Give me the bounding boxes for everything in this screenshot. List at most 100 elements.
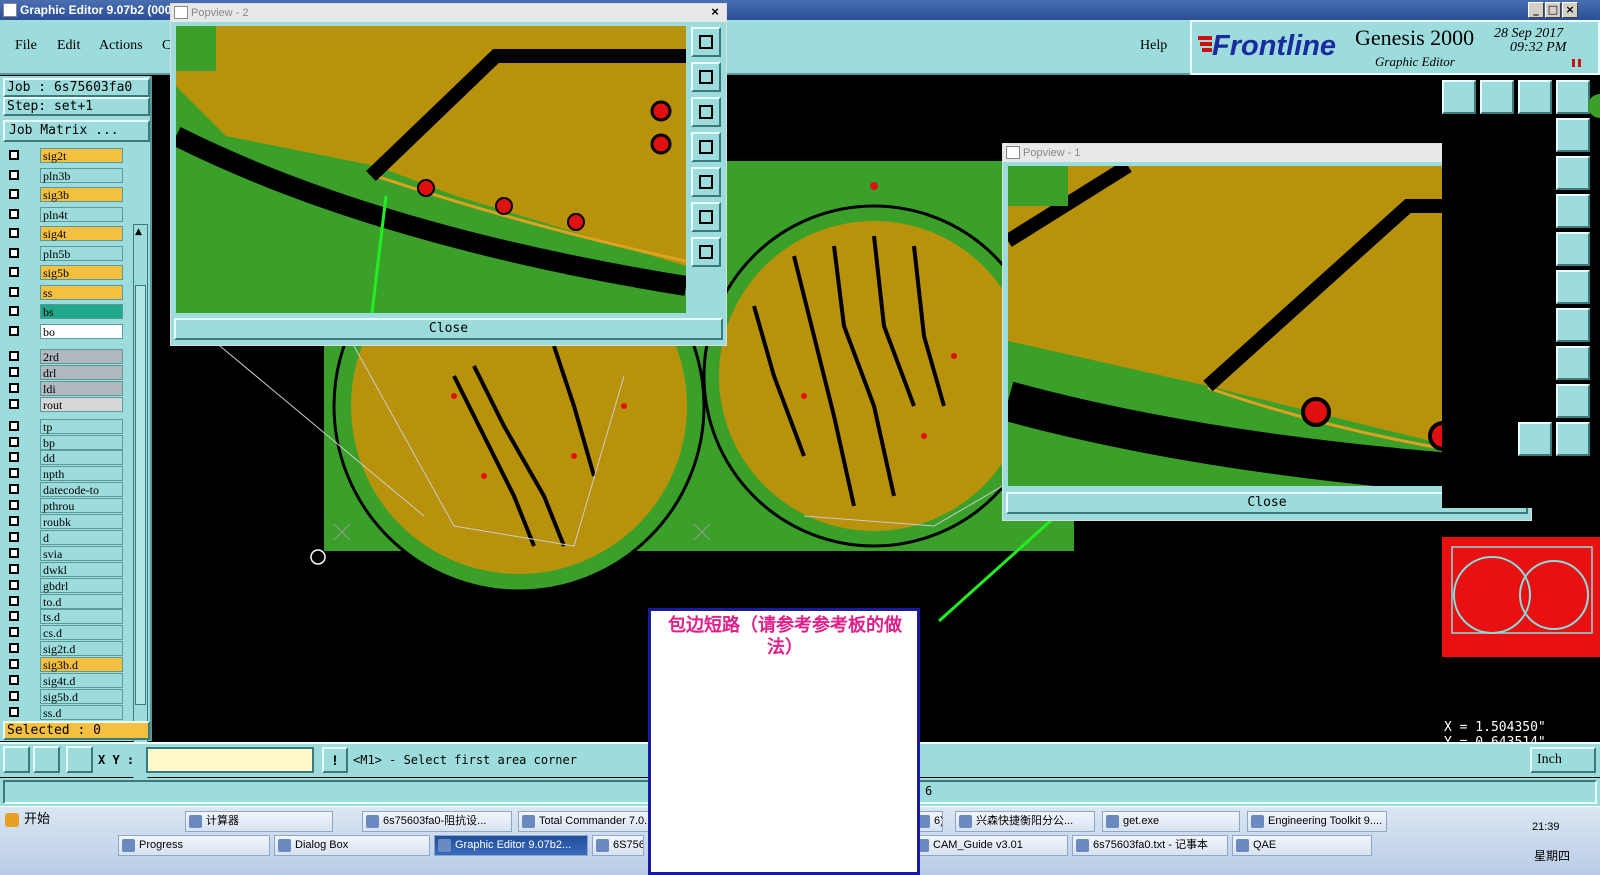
taskbar-item[interactable]: 计算器 xyxy=(185,811,333,832)
layer-checkbox[interactable] xyxy=(9,659,19,670)
layer-name[interactable]: bp xyxy=(40,434,123,450)
layer-row[interactable]: sig5b xyxy=(6,265,123,280)
tool-arc-icon[interactable] xyxy=(1556,384,1590,418)
layer-row[interactable]: pln3b xyxy=(6,167,123,183)
layer-name[interactable]: pln4t xyxy=(40,206,123,222)
layer-checkbox[interactable] xyxy=(9,267,19,277)
layer-name[interactable]: sig3b.d xyxy=(40,657,123,673)
menu-help[interactable]: Help xyxy=(1140,38,1167,54)
taskbar-item[interactable]: QAE xyxy=(1232,835,1372,856)
layer-name[interactable]: rout xyxy=(40,396,123,412)
tool-group-icon[interactable] xyxy=(1556,346,1590,380)
layer-name[interactable]: npth xyxy=(40,466,123,482)
start-button[interactable]: 开始 xyxy=(2,809,102,833)
menu-file[interactable]: File xyxy=(15,38,37,54)
layer-row[interactable]: sig4t xyxy=(6,226,123,241)
layer-checkbox[interactable] xyxy=(9,366,19,377)
zoom-out-icon[interactable] xyxy=(691,132,721,162)
close-button[interactable]: × xyxy=(1562,2,1578,18)
layer-checkbox[interactable] xyxy=(9,436,19,447)
layer-row[interactable]: rout xyxy=(6,396,123,412)
layer-name[interactable]: roubk xyxy=(40,514,123,529)
layer-row[interactable]: tp xyxy=(6,418,123,434)
tool-circle-icon[interactable] xyxy=(1556,232,1590,266)
layer-row[interactable]: bo xyxy=(6,323,123,339)
job-matrix-button[interactable]: Job Matrix ... xyxy=(3,120,150,142)
pan-center-icon[interactable] xyxy=(691,237,721,267)
layer-name[interactable]: drl xyxy=(40,364,123,380)
layer-checkbox[interactable] xyxy=(9,611,19,622)
measure-icon[interactable] xyxy=(33,746,60,773)
taskbar-item[interactable]: Dialog Box xyxy=(274,835,430,856)
popview-2-titlebar[interactable]: Popview - 2 × xyxy=(171,4,726,22)
tool-window-icon[interactable] xyxy=(1556,80,1590,114)
layer-row[interactable]: cs.d xyxy=(6,625,123,641)
taskbar-item[interactable]: get.exe xyxy=(1102,811,1240,832)
layer-name[interactable]: pln3b xyxy=(40,167,123,183)
layer-row[interactable]: sig5b.d xyxy=(6,688,123,704)
taskbar-item[interactable]: 6s75603fa0-阻抗设... xyxy=(362,811,512,832)
layer-checkbox[interactable] xyxy=(9,150,19,160)
layer-checkbox[interactable] xyxy=(9,452,19,463)
layer-name[interactable]: dd xyxy=(40,450,123,466)
layer-name[interactable]: sig4t xyxy=(40,226,123,241)
layer-checkbox[interactable] xyxy=(9,228,19,238)
layer-checkbox[interactable] xyxy=(9,468,19,479)
tool-select-icon[interactable] xyxy=(1518,422,1552,456)
xy-input[interactable] xyxy=(146,747,314,773)
taskbar-item[interactable]: Engineering Toolkit 9.... xyxy=(1247,811,1387,832)
layer-row[interactable]: ldi xyxy=(6,380,123,396)
layer-row[interactable]: ss xyxy=(6,284,123,300)
zoom-in-icon[interactable] xyxy=(691,97,721,127)
popview-2-close-icon[interactable]: × xyxy=(708,5,722,19)
layer-name[interactable]: sig2t xyxy=(40,148,123,163)
minimize-button[interactable]: _ xyxy=(1528,2,1544,18)
layer-name[interactable]: cs.d xyxy=(40,625,123,641)
layer-row[interactable]: pthrou xyxy=(6,498,123,514)
tool-pointer-icon[interactable] xyxy=(1556,422,1590,456)
layer-row[interactable]: d xyxy=(6,529,123,545)
layer-row[interactable]: dd xyxy=(6,450,123,466)
layer-row[interactable]: drl xyxy=(6,364,123,380)
layer-scrollbar[interactable]: ▲ ▼ xyxy=(133,224,148,794)
layer-name[interactable]: bo xyxy=(40,323,123,339)
taskbar-item[interactable]: Progress xyxy=(118,835,270,856)
layer-row[interactable]: bs xyxy=(6,304,123,319)
layer-checkbox[interactable] xyxy=(9,398,19,409)
layer-row[interactable]: ss.d xyxy=(6,704,123,720)
layer-row[interactable]: roubk xyxy=(6,514,123,529)
pan-up-icon[interactable] xyxy=(691,27,721,57)
layer-row[interactable]: pln4t xyxy=(6,206,123,222)
layer-row[interactable]: pln5b xyxy=(6,245,123,261)
layer-name[interactable]: gbdrl xyxy=(40,577,123,593)
layer-name[interactable]: svia xyxy=(40,545,123,561)
layer-checkbox[interactable] xyxy=(9,351,19,361)
layer-checkbox[interactable] xyxy=(9,382,19,393)
layer-checkbox[interactable] xyxy=(9,169,19,180)
layer-name[interactable]: to.d xyxy=(40,593,123,609)
layer-name[interactable]: pln5b xyxy=(40,245,123,261)
snap-icon[interactable] xyxy=(3,746,30,773)
layer-name[interactable]: d xyxy=(40,529,123,545)
layer-checkbox[interactable] xyxy=(9,675,19,685)
layer-row[interactable]: dwkl xyxy=(6,561,123,577)
overview-map[interactable] xyxy=(1442,537,1600,657)
layer-row[interactable]: sig3b.d xyxy=(6,657,123,673)
layer-row[interactable]: sig2t.d xyxy=(6,641,123,657)
layer-name[interactable]: tp xyxy=(40,418,123,434)
taskbar-item[interactable]: 6s75603fa0.txt - 记事本 xyxy=(1072,835,1228,856)
layer-name[interactable]: sig2t.d xyxy=(40,641,123,657)
layer-checkbox[interactable] xyxy=(9,690,19,701)
alert-icon[interactable]: ! xyxy=(322,747,348,773)
layer-checkbox[interactable] xyxy=(9,306,19,316)
layer-name[interactable]: sig4t.d xyxy=(40,673,123,688)
layer-checkbox[interactable] xyxy=(9,627,19,638)
layer-checkbox[interactable] xyxy=(9,484,19,495)
tool-line-icon[interactable] xyxy=(1556,270,1590,304)
layer-checkbox[interactable] xyxy=(9,595,19,606)
tool-pad-icon[interactable] xyxy=(1556,194,1590,228)
layer-row[interactable]: sig4t.d xyxy=(6,673,123,688)
layer-name[interactable]: dwkl xyxy=(40,561,123,577)
layer-checkbox[interactable] xyxy=(9,420,19,431)
layer-name[interactable]: ldi xyxy=(40,380,123,396)
